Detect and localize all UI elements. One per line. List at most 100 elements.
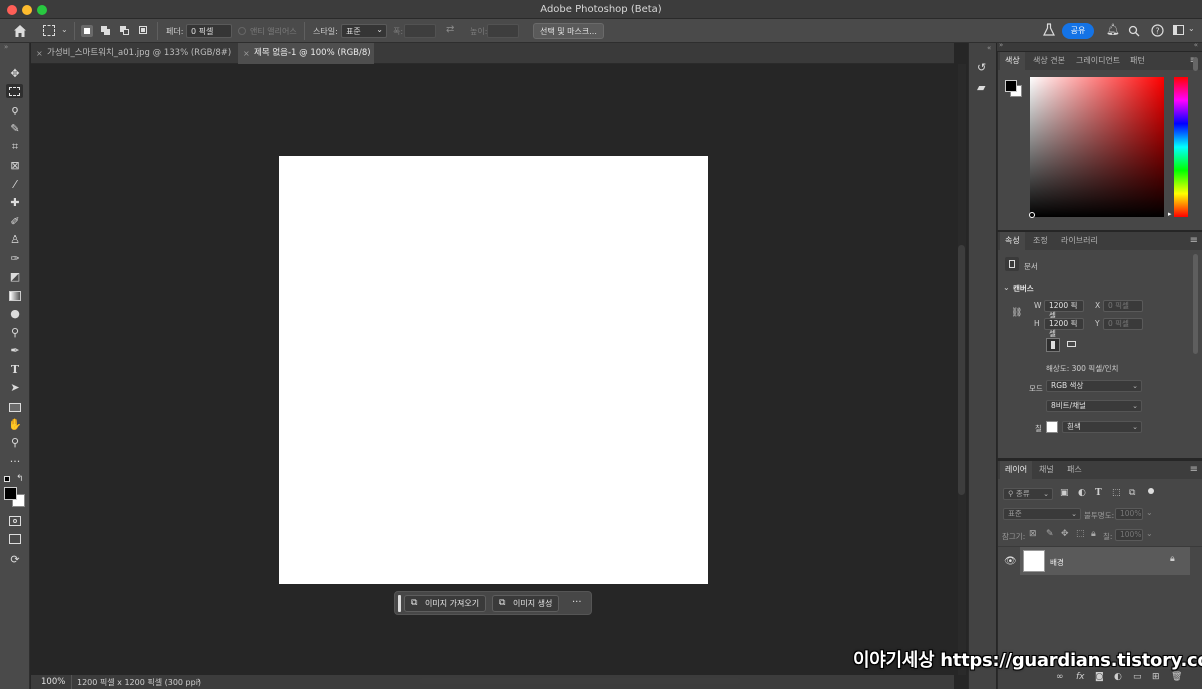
adjustment-layer-icon[interactable]: ◐ (1114, 672, 1122, 682)
drag-handle[interactable] (398, 595, 401, 612)
tab-paths[interactable]: 패스 (1062, 461, 1087, 479)
eye-icon[interactable]: 👁︎ (1004, 556, 1017, 567)
tab-properties[interactable]: 속성 (1000, 232, 1025, 250)
collapse-icon[interactable]: » (4, 43, 8, 51)
screen-mode-icon[interactable] (9, 534, 21, 544)
chevron-down-icon[interactable]: ⌄ (1003, 283, 1010, 292)
expand-icon[interactable]: » (999, 41, 1003, 49)
layer-filter-select[interactable]: ⚲ 종류 ⌄ (1003, 488, 1053, 500)
swap-colors-icon[interactable]: ↰ (16, 474, 24, 484)
chevron-down-icon[interactable]: ⌄ (1146, 529, 1153, 538)
generate-image-button[interactable]: ⧉ 이미지 생성 (492, 595, 560, 612)
marquee-tool-icon[interactable] (9, 87, 20, 96)
adjustment-filter-icon[interactable]: ◐ (1078, 488, 1086, 498)
width-input[interactable] (404, 24, 436, 38)
tab-color[interactable]: 색상 (1000, 52, 1025, 70)
foreground-color-swatch[interactable] (4, 487, 17, 500)
chevron-down-icon[interactable]: ⌄ (1146, 508, 1153, 517)
panel-scrollbar[interactable] (1193, 57, 1198, 71)
layer-row[interactable]: 배경 🔒︎ (1020, 547, 1190, 575)
lock-position-icon[interactable]: ✥ (1061, 529, 1069, 539)
opacity-input[interactable]: 100% (1115, 508, 1143, 520)
chevron-down-icon[interactable]: ⌄ (1188, 24, 1195, 33)
more-tools-icon[interactable]: ··· (7, 455, 23, 469)
landscape-orientation-button[interactable] (1065, 338, 1079, 352)
collapse-icon[interactable]: « (987, 44, 991, 52)
lock-all-icon[interactable]: 🔒︎ (1091, 529, 1096, 539)
home-icon[interactable] (13, 24, 27, 38)
stamp-tool-icon[interactable]: ♙ (7, 233, 23, 247)
chevron-down-icon[interactable]: ⌄ (61, 25, 68, 34)
chevron-right-icon[interactable]: › (197, 676, 201, 686)
panel-menu-icon[interactable]: ≡ (1190, 235, 1198, 246)
color-picker-field[interactable] (1030, 77, 1164, 217)
image-filter-icon[interactable]: ▣ (1060, 488, 1069, 498)
horizontal-scroll-thumb[interactable] (419, 678, 741, 684)
history-icon[interactable]: ↺ (977, 61, 986, 74)
close-icon[interactable]: × (243, 43, 250, 64)
new-selection-button[interactable] (81, 25, 93, 37)
search-icon[interactable] (1128, 25, 1140, 37)
comment-icon[interactable]: ▰ (977, 81, 985, 94)
bit-depth-select[interactable]: 8비트/채널 ⌄ (1046, 400, 1142, 412)
tab-document-1[interactable]: × 가성비_스마트워치_a01.jpg @ 133% (RGB/8#) * (31, 43, 238, 79)
healing-brush-tool-icon[interactable]: ✚ (7, 196, 23, 210)
fill-select[interactable]: 흰색 ⌄ (1062, 421, 1142, 433)
feather-input[interactable]: 0 픽셀 (186, 24, 232, 38)
color-picker-handle[interactable] (1029, 212, 1035, 218)
canvas-x-input[interactable]: 0 픽셀 (1103, 300, 1143, 312)
lock-icon[interactable]: 🔒︎ (1170, 554, 1175, 564)
height-input[interactable] (487, 24, 519, 38)
type-filter-icon[interactable]: T (1095, 488, 1102, 498)
tab-gradients[interactable]: 그레이디언트 (1071, 52, 1125, 70)
zoom-tool-icon[interactable]: ⚲ (7, 436, 23, 450)
gradient-tool-icon[interactable] (9, 291, 21, 301)
collapse-icon[interactable]: « (1194, 41, 1198, 49)
share-button[interactable]: 공유 (1062, 23, 1094, 39)
blur-tool-icon[interactable]: ● (7, 307, 23, 321)
canvas-width-input[interactable]: 1200 픽셀 (1044, 300, 1084, 320)
workspace-icon[interactable] (1173, 25, 1184, 35)
select-and-mask-button[interactable]: 선택 및 마스크... (533, 23, 604, 39)
filter-toggle-icon[interactable] (1148, 488, 1154, 494)
panel-scrollbar[interactable] (1193, 254, 1198, 354)
document-canvas[interactable] (279, 156, 708, 584)
add-mask-icon[interactable]: ◙ (1095, 672, 1104, 682)
intersect-selection-button[interactable] (138, 25, 150, 37)
lock-transparent-icon[interactable]: ⊠ (1029, 529, 1037, 539)
trash-icon[interactable]: 🗑︎ (1171, 672, 1182, 682)
help-icon[interactable]: ? (1151, 24, 1164, 37)
eyedropper-tool-icon[interactable]: ⁄ (7, 178, 23, 192)
default-colors-icon[interactable] (4, 476, 10, 482)
frame-tool-icon[interactable]: ⊠ (7, 159, 23, 173)
subtract-selection-button[interactable] (119, 25, 131, 37)
zoom-level[interactable]: 100% (41, 677, 65, 687)
close-icon[interactable]: × (36, 43, 43, 64)
pen-tool-icon[interactable]: ✒ (7, 344, 23, 358)
new-layer-icon[interactable]: ⊞ (1152, 672, 1160, 682)
tab-adjustments[interactable]: 조정 (1028, 232, 1053, 250)
more-options-icon[interactable]: ··· (572, 597, 582, 608)
lasso-tool-icon[interactable]: ϙ (7, 103, 23, 117)
rectangle-tool-icon[interactable] (9, 403, 21, 412)
style-select[interactable]: 표준 ⌄ (341, 24, 387, 38)
marquee-preset-icon[interactable] (43, 25, 55, 36)
swap-icon[interactable]: ⇄ (446, 24, 454, 35)
tab-layers[interactable]: 레이어 (1000, 461, 1033, 479)
generative-icon[interactable]: ⟳ (7, 553, 23, 567)
link-icon[interactable]: ⛓ (1011, 308, 1022, 318)
hue-slider-handle[interactable]: ▸ (1168, 210, 1172, 218)
type-tool-icon[interactable]: T (7, 363, 23, 377)
mode-select[interactable]: RGB 색상 ⌄ (1046, 380, 1142, 392)
bell-icon[interactable]: 🔔︎ (1106, 23, 1120, 36)
fill-color-swatch[interactable] (1046, 421, 1058, 433)
panel-menu-icon[interactable]: ≡ (1190, 464, 1198, 475)
link-layers-icon[interactable]: ∞ (1056, 672, 1064, 682)
shape-filter-icon[interactable]: ⬚ (1112, 488, 1121, 498)
hue-slider[interactable] (1174, 77, 1188, 217)
tab-document-2[interactable]: × 제목 없음-1 @ 100% (RGB/8) (238, 43, 374, 64)
tab-libraries[interactable]: 라이브러리 (1056, 232, 1103, 250)
smart-object-filter-icon[interactable]: ⧉ (1129, 488, 1135, 498)
dodge-tool-icon[interactable]: ⚲ (7, 326, 23, 340)
new-group-icon[interactable]: ▭ (1133, 672, 1142, 682)
